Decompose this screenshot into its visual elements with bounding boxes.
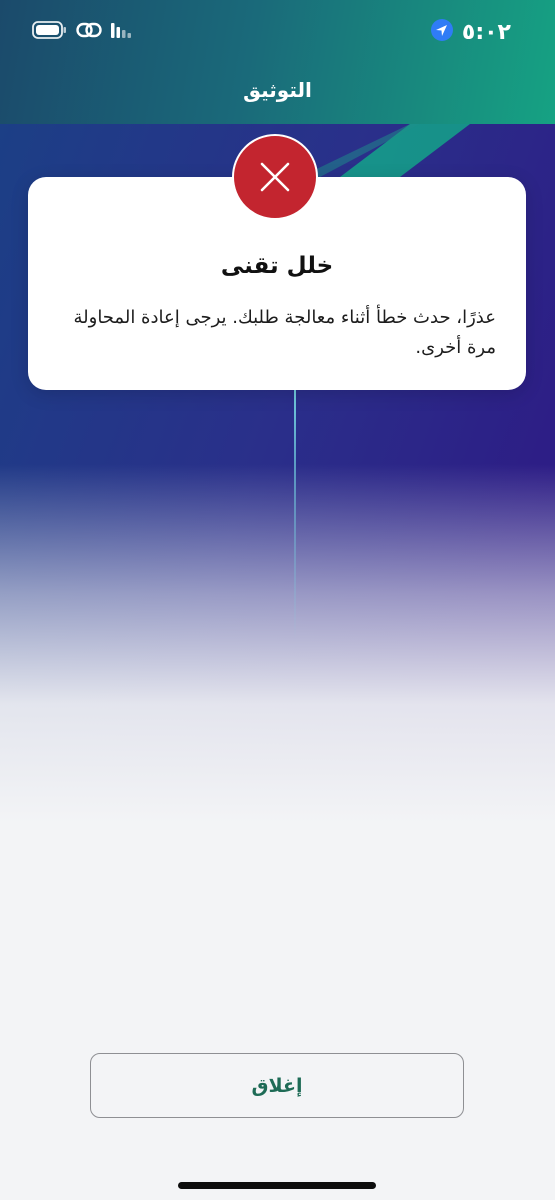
dialog-title: خلل تقنى — [220, 253, 334, 279]
status-time: ٥:٠٢ — [461, 19, 511, 45]
location-arrow-icon — [430, 18, 454, 46]
page-title: التوثيق — [243, 78, 312, 102]
link-icon — [76, 20, 102, 44]
dialog-message: عذرًا، حدث خطأ أثناء معالجة طلبك. يرجى إ… — [73, 307, 497, 358]
error-x-icon — [232, 134, 318, 220]
battery-icon — [32, 20, 68, 44]
home-indicator[interactable] — [178, 1182, 376, 1189]
status-icons — [32, 20, 132, 44]
cellular-signal-icon — [110, 21, 132, 43]
decorative-line — [294, 390, 296, 640]
status-time-group: ٥:٠٢ — [430, 18, 511, 46]
screen: ٥:٠٢ التوثيق خلل تقنى عذرًا، حدث خطأ أثن… — [0, 0, 555, 1200]
status-bar: ٥:٠٢ — [0, 0, 555, 62]
close-button[interactable]: إغلاق — [90, 1053, 464, 1118]
